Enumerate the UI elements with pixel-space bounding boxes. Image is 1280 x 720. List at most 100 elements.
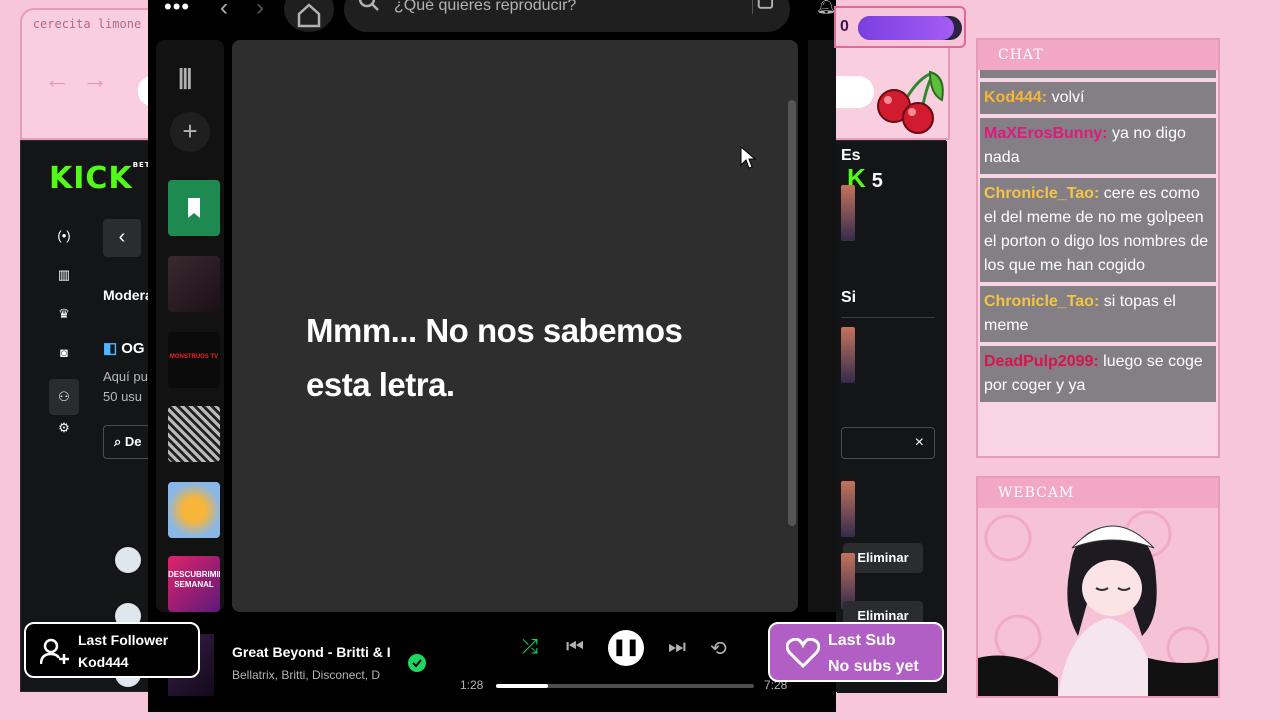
kick-logo[interactable]: KICKBETA [49, 161, 156, 196]
chat-message: DeadPulp2099: luego se coge por coger y … [980, 346, 1216, 402]
chevron-right-icon[interactable]: › [256, 0, 264, 22]
kick-section-title: Modera [103, 287, 153, 303]
spotify-right-panel [808, 40, 836, 612]
kick-thumbnail[interactable] [841, 481, 855, 537]
spotify-window: ••• ‹ › ¿Qué quieres reproducir? 🔔︎ ||| … [148, 0, 836, 712]
background-tab-title[interactable]: cerecita limone [22, 8, 152, 56]
background-address-bar-right[interactable] [836, 76, 874, 108]
playlist-tile[interactable] [168, 482, 220, 538]
chat-message: MaXErosBunny: ya no digo nada [980, 118, 1216, 174]
next-icon[interactable]: ⏭︎ [668, 636, 686, 659]
last-follower-label: Last Follower [78, 632, 169, 648]
kick-sidebar: (•) ▥ ♛ ◙ ⚇ ⚙ [49, 223, 79, 454]
search-icon: ⌕ [114, 434, 125, 449]
kick-right-label-top: Es [841, 147, 861, 164]
chat-message: Chronicle_Tao: cere es como el del meme … [980, 178, 1216, 282]
chat-message: Kod444: volví [980, 82, 1216, 114]
kick-thumbnail[interactable] [841, 327, 855, 383]
arrow-right-icon[interactable]: → [82, 64, 120, 94]
kick-group-name: ◧ OG [103, 340, 145, 357]
add-user-icon [40, 638, 69, 665]
lyrics-message: Mmm... No nos sabemos esta letra. [306, 312, 683, 403]
spotify-top-bar: ••• ‹ › ¿Qué quieres reproducir? 🔔︎ [148, 0, 836, 38]
live-icon[interactable]: (•) [49, 223, 79, 262]
last-sub-alert: Last Sub No subs yet [768, 622, 944, 682]
last-sub-label: Last Sub [828, 632, 896, 649]
browse-icon[interactable] [752, 0, 774, 14]
mouse-cursor-icon [740, 146, 756, 169]
webcam-panel: WEBCAM [976, 476, 1220, 698]
library-icon[interactable]: ||| [178, 64, 193, 90]
bookmark-icon [188, 198, 200, 218]
chat-message-partial [980, 70, 1216, 78]
chat-text: volví [1047, 89, 1085, 106]
chat-panel: CHAT Kod444: volví MaXErosBunny: ya no di… [976, 38, 1220, 458]
scrollbar[interactable] [788, 100, 796, 526]
chat-title: CHAT [978, 40, 1218, 70]
home-button[interactable] [284, 0, 334, 32]
kick-back-button[interactable]: ‹ [103, 219, 141, 257]
analytics-icon[interactable]: ▥ [49, 262, 79, 301]
more-icon[interactable]: ••• [164, 0, 190, 20]
playlist-tile[interactable]: MONSTRUOS TV [168, 332, 220, 388]
level-progress-fill [858, 16, 954, 40]
kick-right-panel: K5 Es Si × Eliminar Eliminar [837, 141, 947, 693]
pause-button[interactable]: ❚❚ [608, 630, 644, 666]
shuffle-icon[interactable]: ⤮ [522, 636, 538, 659]
level-bar: 0 [834, 6, 966, 48]
kick-thumbnail[interactable] [841, 185, 855, 241]
trophy-icon[interactable]: ♛ [49, 301, 79, 340]
search-icon [358, 0, 379, 11]
lyrics-panel: Mmm... No nos sabemos esta letra. [232, 40, 798, 612]
arrow-left-icon[interactable]: ← [44, 64, 82, 94]
webcam-avatar-image [978, 508, 1218, 696]
previous-icon[interactable]: ⏮︎ [566, 636, 584, 659]
chat-username[interactable]: Chronicle_Tao: [984, 293, 1099, 310]
player-bar: Great Beyond - Britti & I Bellatrix, Bri… [148, 612, 836, 712]
gear-icon[interactable]: ⚙ [49, 415, 79, 454]
saved-check-icon[interactable] [408, 654, 426, 672]
playlist-tile[interactable] [168, 406, 220, 462]
spotify-library-sidebar: ||| + MONSTRUOS TV DESCUBRIMIENTO SEMANA… [156, 40, 224, 612]
repeat-icon[interactable]: ⟲ [710, 636, 727, 661]
chat-message: Chronicle_Tao: si topas el meme [980, 286, 1216, 342]
background-nav-arrows[interactable]: ←→ [44, 64, 120, 95]
chat-messages[interactable]: Kod444: volví MaXErosBunny: ya no digo na… [980, 70, 1216, 456]
close-icon[interactable]: × [915, 434, 924, 451]
track-title[interactable]: Great Beyond - Britti & I [232, 644, 391, 660]
chat-username[interactable]: MaXErosBunny: [984, 125, 1108, 142]
cherry-icon [877, 70, 944, 134]
track-artist[interactable]: Bellatrix, Britti, Disconect, D [232, 668, 380, 682]
kick-divider [841, 317, 935, 318]
progress-fill [496, 684, 548, 688]
webcam-title: WEBCAM [978, 478, 1218, 508]
chat-username[interactable]: DeadPulp2099: [984, 353, 1099, 370]
saved-songs-tile[interactable] [168, 180, 220, 236]
chat-username[interactable]: Kod444: [984, 89, 1047, 106]
users-icon[interactable]: ⚇ [49, 379, 79, 415]
heart-icon [786, 638, 820, 668]
last-follower-alert: Last Follower Kod444 [24, 622, 200, 678]
level-value: 0 [840, 18, 849, 35]
chevron-left-icon[interactable]: ‹ [220, 0, 228, 22]
kick-search-input[interactable]: ⌕ De [103, 425, 153, 459]
last-follower-value: Kod444 [78, 654, 129, 670]
spotify-search-input[interactable]: ¿Qué quieres reproducir? [344, 0, 790, 32]
og-badge-icon: ◧ [103, 340, 118, 357]
add-playlist-button[interactable]: + [170, 112, 210, 152]
kick-group-description: Aquí pu 50 usu [103, 369, 148, 404]
home-icon [297, 3, 321, 28]
anime-avatar-illustration [978, 510, 1218, 696]
progress-bar[interactable] [496, 684, 754, 688]
kick-clear-input[interactable]: × [841, 427, 935, 459]
discover-weekly-tile[interactable]: DESCUBRIMIENTO SEMANAL [168, 556, 220, 612]
last-sub-value: No subs yet [828, 658, 919, 675]
capture-icon[interactable]: ◙ [49, 340, 79, 379]
remove-button[interactable]: Eliminar [843, 543, 923, 573]
level-progress [858, 16, 962, 40]
playlist-tile[interactable] [168, 256, 220, 312]
chat-username[interactable]: Chronicle_Tao: [984, 185, 1099, 202]
elapsed-time: 1:28 [460, 678, 484, 692]
avatar[interactable] [115, 547, 141, 573]
kick-right-label-mid: Si [841, 289, 857, 306]
